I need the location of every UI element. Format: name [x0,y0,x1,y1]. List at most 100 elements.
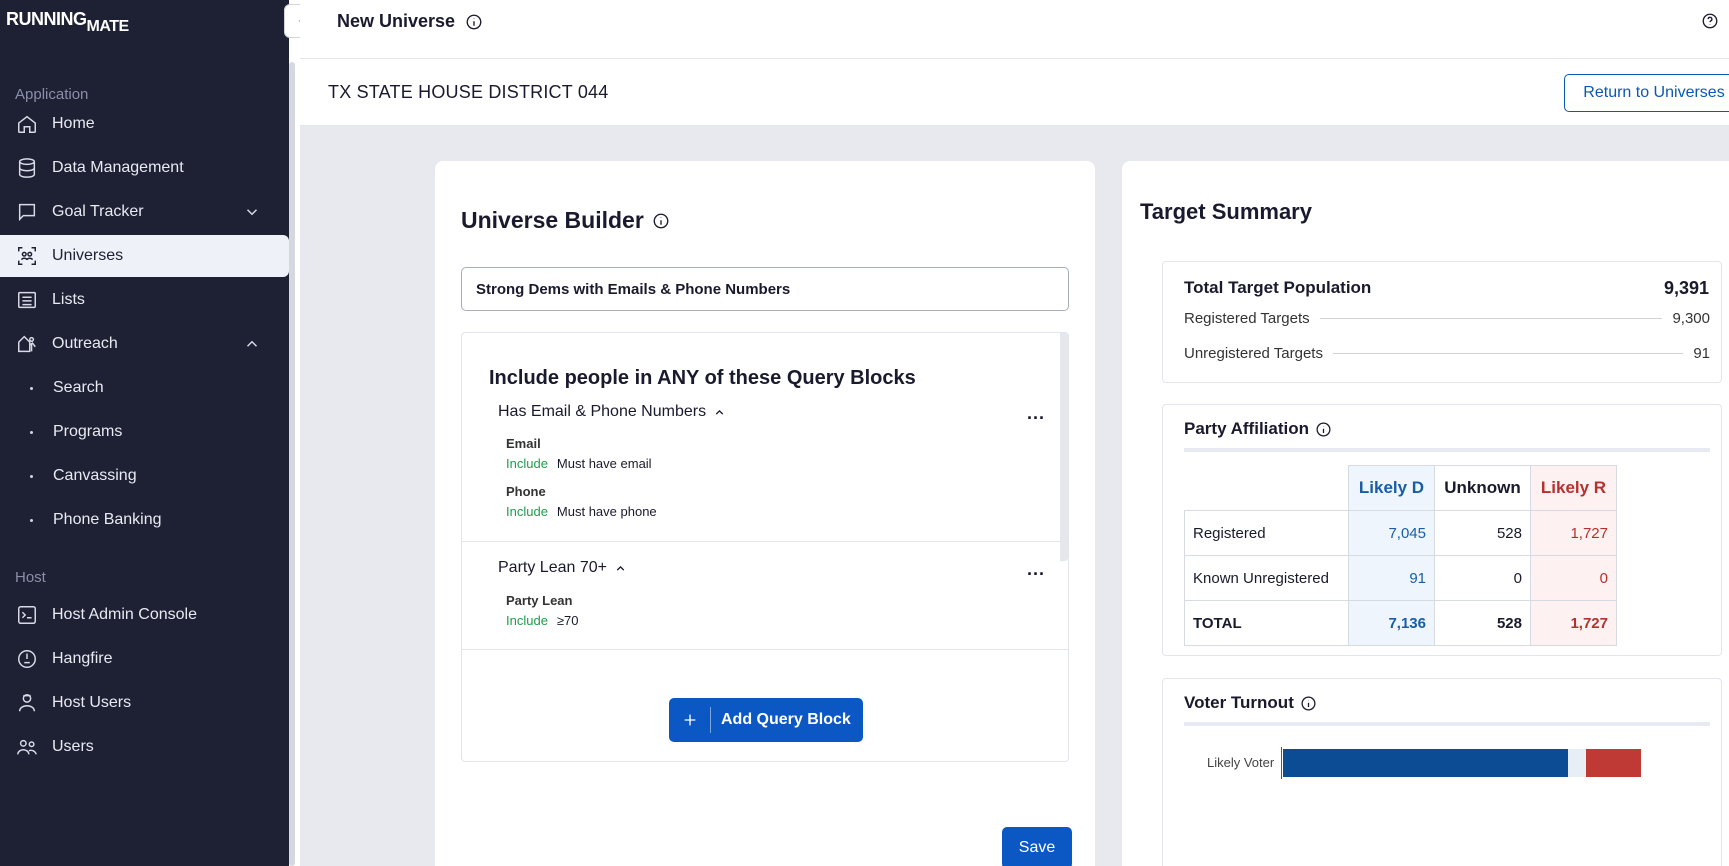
voter-turnout-card: Voter Turnout Likely Voter [1162,678,1722,866]
section-application: Application [15,86,89,103]
sidebar-item-lists[interactable]: Lists [0,279,289,321]
query-block-menu-button[interactable]: ... [1027,559,1045,580]
criterion-label: Phone [506,484,546,499]
chevron-up-icon [715,409,724,415]
table-header-row: Likely D Unknown Likely R [1184,465,1617,511]
party-affiliation-card: Party Affiliation Likely D Unknown Likel… [1162,404,1722,656]
sidebar-sub-canvassing[interactable]: Canvassing [30,467,137,485]
sidebar-item-host-admin-console[interactable]: Host Admin Console [0,594,289,636]
home-icon [15,112,39,136]
query-blocks-scrollbar[interactable] [1060,333,1068,561]
query-block-menu-button[interactable]: ... [1027,403,1045,424]
chevron-up-icon [616,565,625,571]
criterion-label: Party Lean [506,593,573,608]
sidebar-sub-phone-banking[interactable]: Phone Banking [30,511,162,529]
party-affiliation-title: Party Affiliation [1184,419,1332,439]
page-title: New Universe [337,11,483,32]
party-affiliation-table: Likely D Unknown Likely R Registered 7,0… [1184,465,1617,646]
info-icon[interactable] [465,13,483,31]
cell-likely-r: 0 [1530,555,1617,601]
total-target-label: Total Target Population [1184,278,1372,297]
table-row: Registered 7,045 528 1,727 [1184,510,1617,556]
chart-axis [1281,747,1282,779]
registered-targets-row: Registered Targets 9,300 [1184,310,1710,327]
universe-builder-card: Universe Builder Include people in ANY o… [435,161,1095,866]
cell-likely-r: 1,727 [1530,510,1617,556]
terminal-icon [15,603,39,627]
universe-name-input[interactable] [461,267,1069,311]
unregistered-targets-row: Unregistered Targets 91 [1184,345,1710,362]
query-block-title[interactable]: Has Email & Phone Numbers [498,403,726,421]
info-icon[interactable] [1315,421,1332,438]
table-row: TOTAL 7,136 528 1,727 [1184,600,1617,646]
header-unknown: Unknown [1434,465,1531,511]
sidebar-item-data-management[interactable]: Data Management [0,147,289,189]
sidebar-item-home[interactable]: Home [0,103,289,145]
sidebar-item-users[interactable]: Users [0,726,289,768]
cell-unknown: 528 [1434,510,1531,556]
users-icon [15,735,39,759]
header-likely-r: Likely R [1530,465,1617,511]
sidebar-item-goal-tracker[interactable]: Goal Tracker [0,191,289,233]
universe-builder-title: Universe Builder [461,207,670,234]
table-row: Known Unregistered 91 0 0 [1184,555,1617,601]
cell-likely-d: 91 [1348,555,1435,601]
cell-likely-r: 1,727 [1530,600,1617,646]
sidebar-scrollbar[interactable] [289,62,295,866]
sidebar: RUNNINGMATE Application Home Data Manage… [0,0,289,866]
sidebar-item-hangfire[interactable]: Hangfire [0,638,289,680]
divider [462,649,1068,650]
query-block-title[interactable]: Party Lean 70+ [498,559,627,577]
section-underline [1184,722,1710,726]
people-scan-icon [15,244,39,268]
sidebar-item-host-users[interactable]: Host Users [0,682,289,724]
return-to-universes-button[interactable]: Return to Universes [1564,74,1729,112]
divider [462,541,1068,542]
sidebar-sub-search[interactable]: Search [30,379,104,397]
chat-icon [15,200,39,224]
context-bar: TX STATE HOUSE DISTRICT 044 Return to Un… [300,59,1729,126]
turnout-bar-unknown [1568,749,1586,777]
chevron-up-icon[interactable] [243,335,261,353]
database-icon [15,156,39,180]
population-card: Total Target Population 9,391 Registered… [1162,261,1722,383]
add-query-block-button[interactable]: Add Query Block [669,698,863,742]
info-icon[interactable] [1300,695,1317,712]
row-label: TOTAL [1184,600,1349,646]
outreach-icon [15,332,39,356]
cell-unknown: 0 [1434,555,1531,601]
cell-likely-d: 7,045 [1348,510,1435,556]
cell-unknown: 528 [1434,600,1531,646]
header-likely-d: Likely D [1348,465,1435,511]
row-label: Registered [1184,510,1349,556]
target-summary-title: Target Summary [1140,199,1312,224]
turnout-bar-likely-d [1283,749,1568,777]
save-button[interactable]: Save [1002,827,1072,866]
list-icon [15,288,39,312]
target-summary-card: Target Summary Total Target Population 9… [1122,161,1729,866]
turnout-bar-likely-r [1586,749,1641,777]
query-blocks-heading: Include people in ANY of these Query Blo… [489,367,916,389]
row-label: Known Unregistered [1184,555,1349,601]
app-logo[interactable]: RUNNINGMATE [6,10,129,35]
plus-icon [669,707,711,733]
chevron-down-icon[interactable] [243,203,261,221]
help-icon[interactable] [1701,12,1719,30]
total-target-value: 9,391 [1663,278,1709,298]
section-underline [1184,448,1710,452]
top-bar: New Universe [300,0,1729,59]
table-corner [1184,465,1349,511]
user-badge-icon [15,691,39,715]
query-blocks-panel: Include people in ANY of these Query Blo… [461,332,1069,762]
info-icon[interactable] [652,212,670,230]
district-name: TX STATE HOUSE DISTRICT 044 [328,82,609,102]
criterion-row: Include ≥70 [506,613,579,628]
section-host: Host [15,569,46,586]
sidebar-sub-programs[interactable]: Programs [30,423,122,441]
sidebar-item-outreach[interactable]: Outreach [0,323,289,365]
voter-turnout-title: Voter Turnout [1184,693,1317,713]
gauge-icon [15,647,39,671]
sidebar-item-universes[interactable]: Universes [0,235,289,277]
turnout-category-label: Likely Voter [1207,755,1275,770]
main-content: Universe Builder Include people in ANY o… [300,126,1729,866]
